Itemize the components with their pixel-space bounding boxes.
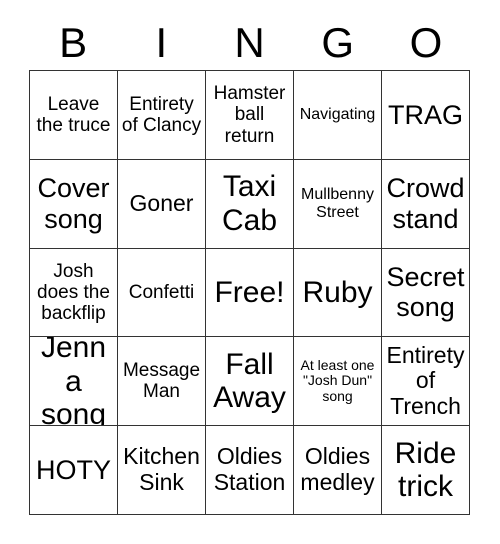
bingo-cell-label: Ride trick xyxy=(394,436,457,504)
bingo-cell-label: Crowd stand xyxy=(386,173,465,234)
bingo-cell[interactable]: Mullbenny Street xyxy=(294,159,382,249)
bingo-cell[interactable]: Josh does the backflip xyxy=(30,248,118,338)
bingo-header-letter-o: O xyxy=(409,19,443,66)
bingo-cell[interactable]: Leave the truce xyxy=(30,71,118,160)
bingo-cell[interactable]: Free! xyxy=(206,248,294,338)
bingo-cell-label: Entirety of Clancy xyxy=(121,93,202,136)
bingo-cell-label: Jenna song xyxy=(40,337,107,427)
bingo-cell-label: Free! xyxy=(214,275,285,309)
bingo-cell-label: Navigating xyxy=(299,105,376,123)
bingo-cell-label: Fall Away xyxy=(213,347,286,415)
bingo-cell[interactable]: Navigating xyxy=(294,71,382,160)
bingo-cell[interactable]: TRAG xyxy=(382,71,470,160)
bingo-cell[interactable]: Jenna song xyxy=(30,337,118,427)
bingo-header-letter-b: B xyxy=(59,19,88,66)
bingo-header-letter-g: G xyxy=(321,19,355,66)
bingo-cell[interactable]: Hamster ball return xyxy=(206,71,294,160)
bingo-header-letter-i: I xyxy=(155,19,168,66)
bingo-cell[interactable]: Confetti xyxy=(118,248,206,338)
bingo-cell-label: Oldies medley xyxy=(300,443,375,496)
bingo-cell-label: Message Man xyxy=(122,360,201,403)
bingo-header-letter-n: N xyxy=(234,19,265,66)
bingo-cell-label: Oldies Station xyxy=(213,443,286,496)
bingo-cell-label: Secret song xyxy=(386,262,465,323)
bingo-cell-label: Hamster ball return xyxy=(213,83,286,147)
bingo-cell[interactable]: Goner xyxy=(118,159,206,249)
bingo-cell-label: Cover song xyxy=(37,173,110,234)
bingo-cell-label: Entirety of Trench xyxy=(386,341,465,420)
bingo-cell[interactable]: Taxi Cab xyxy=(206,159,294,249)
bingo-cell[interactable]: Ruby xyxy=(294,248,382,338)
bingo-cell[interactable]: Oldies medley xyxy=(294,426,382,515)
bingo-cell[interactable]: Entirety of Trench xyxy=(382,337,470,427)
bingo-cell[interactable]: Message Man xyxy=(118,337,206,427)
bingo-cell[interactable]: Entirety of Clancy xyxy=(118,71,206,160)
bingo-cell[interactable]: Fall Away xyxy=(206,337,294,427)
bingo-cell-label: TRAG xyxy=(387,99,463,130)
bingo-cell-label: Ruby xyxy=(302,275,373,309)
bingo-cell[interactable]: Ride trick xyxy=(382,426,470,515)
bingo-cell[interactable]: At least one "Josh Dun" song xyxy=(294,337,382,427)
bingo-cell-label: Leave the truce xyxy=(36,93,111,136)
bingo-card: B I N G O Leave the truce Entirety of Cla… xyxy=(0,0,500,544)
bingo-cell-label: Kitchen Sink xyxy=(123,443,200,496)
bingo-cell[interactable]: Kitchen Sink xyxy=(118,426,206,515)
bingo-cell[interactable]: Secret song xyxy=(382,248,470,338)
bingo-cell-label: Mullbenny Street xyxy=(301,185,374,221)
bingo-cell-label: Confetti xyxy=(128,281,195,303)
bingo-cell[interactable]: Cover song xyxy=(30,159,118,249)
bingo-cell-label: Taxi Cab xyxy=(221,170,278,237)
bingo-cell-label: HOTY xyxy=(35,454,111,485)
bingo-grid: Leave the truce Entirety of Clancy Hamster… xyxy=(29,70,470,515)
bingo-cell-label: Josh does the backflip xyxy=(37,260,110,325)
bingo-cell-label: Goner xyxy=(129,189,194,216)
bingo-cell[interactable]: Crowd stand xyxy=(382,159,470,249)
bingo-cell[interactable]: HOTY xyxy=(30,426,118,515)
bingo-cell[interactable]: Oldies Station xyxy=(206,426,294,515)
bingo-cell-label: At least one "Josh Dun" song xyxy=(300,356,375,405)
bingo-header-row: B I N G O xyxy=(29,18,470,68)
